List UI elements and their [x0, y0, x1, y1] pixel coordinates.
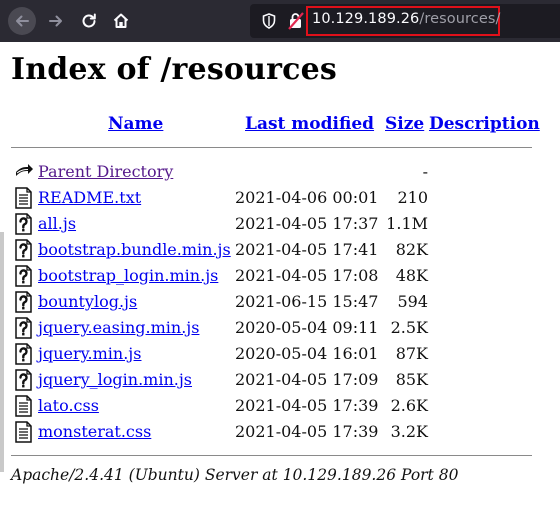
- file-modified: 2021-04-05 17:39: [235, 396, 379, 415]
- file-modified: 2021-04-05 17:09: [235, 370, 379, 389]
- page-edge-marker: [0, 232, 4, 472]
- file-link[interactable]: README.txt: [38, 188, 141, 207]
- file-modified: 2021-04-05 17:39: [235, 422, 379, 441]
- text-file-icon: [15, 187, 32, 209]
- sort-by-modified-link[interactable]: Last modified: [245, 114, 374, 134]
- server-signature: Apache/2.4.41 (Ubuntu) Server at 10.129.…: [11, 466, 459, 484]
- directory-listing: Index of /resources Name Last modified S…: [11, 42, 556, 484]
- text-file-icon: [15, 421, 32, 443]
- file-link[interactable]: bootstrap_login.min.js: [38, 266, 218, 285]
- header-divider: [11, 147, 532, 148]
- text-file-icon: [15, 395, 32, 417]
- file-row: README.txt 2021-04-06 00:01 210: [11, 186, 536, 210]
- unknown-file-icon: [15, 291, 32, 313]
- file-row: bountylog.js 2021-06-15 15:47 594: [11, 290, 536, 314]
- file-size: 594: [397, 292, 428, 311]
- file-row: monsterat.css 2021-04-05 17:39 3.2K: [11, 420, 536, 444]
- arrow-left-icon: [16, 15, 29, 27]
- sort-by-description-link[interactable]: Description: [429, 114, 540, 134]
- unknown-file-icon: [15, 317, 32, 339]
- url-text[interactable]: 10.129.189.26/resources/: [312, 11, 501, 27]
- file-link[interactable]: bootstrap.bundle.min.js: [38, 240, 231, 259]
- file-modified: 2021-04-05 17:08: [235, 266, 379, 285]
- parent-directory-row: Parent Directory -: [11, 160, 536, 184]
- file-link[interactable]: jquery_login.min.js: [38, 370, 192, 389]
- url-path: /resources/: [419, 11, 501, 27]
- file-modified: 2021-04-06 00:01: [235, 188, 379, 207]
- file-modified: 2021-04-05 17:41: [235, 240, 379, 259]
- parent-directory-link[interactable]: Parent Directory: [38, 162, 173, 181]
- file-link[interactable]: all.js: [38, 214, 76, 233]
- back-button[interactable]: [8, 7, 36, 35]
- sort-by-name-link[interactable]: Name: [108, 114, 163, 134]
- reload-button[interactable]: [75, 7, 103, 35]
- file-size: 2.6K: [390, 396, 428, 415]
- file-size: 3.2K: [390, 422, 428, 441]
- file-row: bootstrap_login.min.js 2021-04-05 17:08 48…: [11, 264, 536, 288]
- unknown-file-icon: [15, 213, 32, 235]
- back-arrow-icon: [16, 164, 33, 176]
- file-size: 210: [397, 188, 428, 207]
- file-row: lato.css 2021-04-05 17:39 2.6K: [11, 394, 536, 418]
- unknown-file-icon: [15, 343, 32, 365]
- file-modified: 2020-05-04 16:01: [235, 344, 379, 363]
- file-size: 85K: [395, 370, 428, 389]
- file-modified: 2020-05-04 09:11: [235, 318, 379, 337]
- page-title: Index of /resources: [11, 52, 338, 87]
- unknown-file-icon: [15, 239, 32, 261]
- file-link[interactable]: monsterat.css: [38, 422, 151, 441]
- file-link[interactable]: jquery.easing.min.js: [38, 318, 199, 337]
- browser-toolbar: 10.129.189.26/resources/: [0, 0, 560, 42]
- file-size: 82K: [395, 240, 428, 259]
- shield-icon[interactable]: [262, 13, 276, 29]
- file-size: 2.5K: [390, 318, 428, 337]
- file-size: -: [422, 162, 428, 181]
- url-bar[interactable]: 10.129.189.26/resources/: [250, 4, 560, 38]
- table-header: Name Last modified Size Description: [11, 114, 540, 136]
- url-host: 10.129.189.26: [312, 11, 420, 27]
- file-modified: 2021-04-05 17:37: [235, 214, 379, 233]
- home-icon: [113, 13, 129, 28]
- file-size: 1.1M: [386, 214, 428, 233]
- unknown-file-icon: [15, 369, 32, 391]
- arrow-right-icon: [49, 15, 62, 27]
- unknown-file-icon: [15, 265, 32, 287]
- file-link[interactable]: bountylog.js: [38, 292, 137, 311]
- file-size: 48K: [395, 266, 428, 285]
- sort-by-size-link[interactable]: Size: [385, 114, 424, 134]
- footer-divider: [11, 455, 532, 456]
- file-row: jquery_login.min.js 2021-04-05 17:09 85K: [11, 368, 536, 392]
- home-button[interactable]: [107, 7, 135, 35]
- file-link[interactable]: lato.css: [38, 396, 99, 415]
- file-row: jquery.easing.min.js 2020-05-04 09:11 2.5K: [11, 316, 536, 340]
- file-row: bootstrap.bundle.min.js 2021-04-05 17:41 8…: [11, 238, 536, 262]
- file-size: 87K: [395, 344, 428, 363]
- file-modified: 2021-06-15 15:47: [235, 292, 379, 311]
- forward-button[interactable]: [42, 7, 70, 35]
- insecure-lock-icon[interactable]: [288, 12, 304, 30]
- file-link[interactable]: jquery.min.js: [38, 344, 141, 363]
- file-row: all.js 2021-04-05 17:37 1.1M: [11, 212, 536, 236]
- file-row: jquery.min.js 2020-05-04 16:01 87K: [11, 342, 536, 366]
- reload-icon: [82, 13, 96, 28]
